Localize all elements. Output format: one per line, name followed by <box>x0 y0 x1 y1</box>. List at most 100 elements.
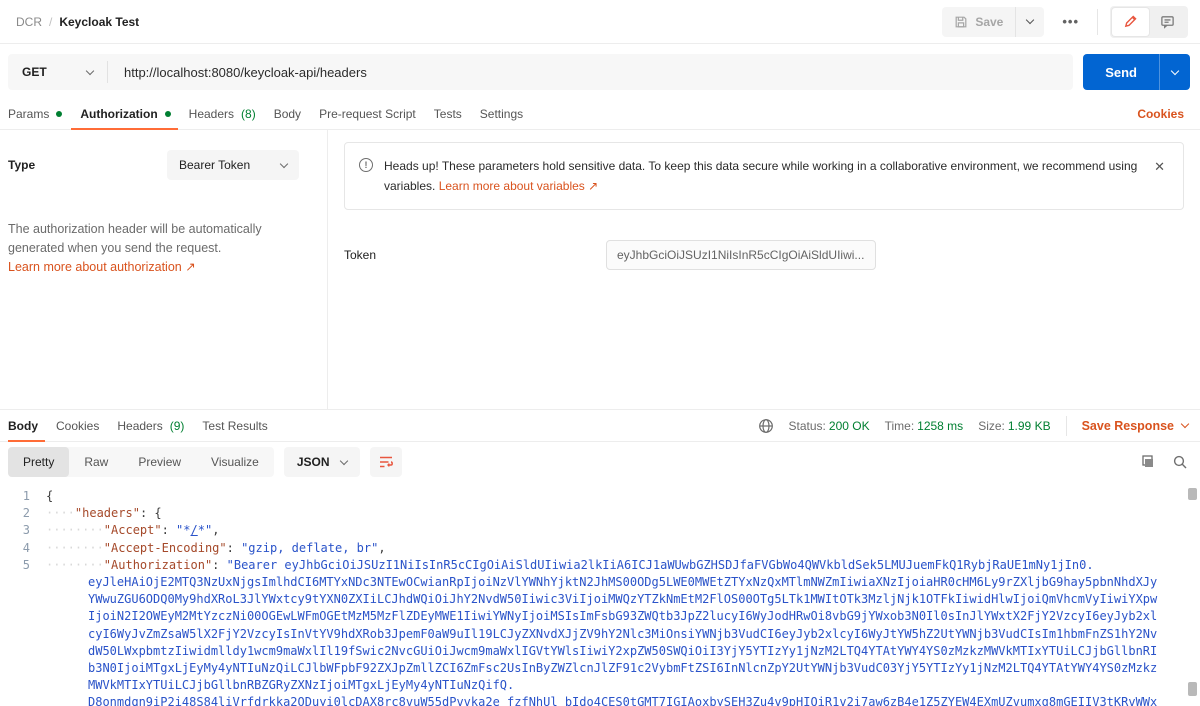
time-badge[interactable]: Time: 1258 ms <box>885 419 964 433</box>
tab-authorization[interactable]: Authorization <box>71 98 179 130</box>
tab-tests[interactable]: Tests <box>425 98 471 129</box>
scrollbar-thumb[interactable] <box>1188 488 1197 500</box>
search-button[interactable] <box>1172 454 1188 470</box>
line-number: 1 <box>22 489 30 503</box>
sensitive-data-banner: ! Heads up! These parameters hold sensit… <box>344 142 1184 210</box>
comments-button[interactable] <box>1149 8 1186 36</box>
search-icon <box>1172 454 1188 470</box>
code-line: 2 ····"headers": { <box>0 505 1200 522</box>
banner-text: Heads up! These parameters hold sensitiv… <box>384 156 1139 196</box>
url-input[interactable]: http://localhost:8080/keycloak-api/heade… <box>108 65 1073 80</box>
code-text: IjoiN2I2OWEyM2MtYzczNi00OGEwLWFmOGEtMzM5… <box>88 609 1158 624</box>
auth-type-label: Type <box>8 158 36 172</box>
url-bar: GET http://localhost:8080/keycloak-api/h… <box>8 54 1074 90</box>
tab-pre-request-script[interactable]: Pre-request Script <box>310 98 425 129</box>
code-text: eyJleHAiOjE2MTQ3NzUxNjgsImlhdCI6MTYxNDc3… <box>88 574 1158 589</box>
code-text: b3N0IjoiMTgxLjEyMy4yNTIuNzQiLCJlbWFpbF92… <box>88 660 1158 675</box>
breadcrumb-collection[interactable]: DCR <box>16 15 42 29</box>
auth-detail-column: ! Heads up! These parameters hold sensit… <box>328 130 1200 409</box>
code-text: ····"headers": { <box>46 506 162 521</box>
method-label: GET <box>22 65 47 79</box>
tab-label: Body <box>8 418 38 433</box>
network-globe-icon[interactable] <box>758 418 774 434</box>
code-text: YWwuZGU6ODQ0My9hdXRoL3JlYWxtcy9tYXN0ZXIi… <box>88 592 1158 607</box>
code-lines: 1{2 ····"headers": {3 ········"Accept": "*… <box>0 488 1200 706</box>
header-divider <box>1097 8 1098 35</box>
save-response-button[interactable]: Save Response <box>1082 419 1190 433</box>
copy-button[interactable] <box>1139 454 1155 470</box>
tab-headers[interactable]: Headers (8) <box>180 98 265 129</box>
code-line: YWwuZGU6ODQ0My9hdXRoL3JlYWxtcy9tYXN0ZXIi… <box>0 591 1200 608</box>
save-icon <box>954 15 968 29</box>
save-dropdown-button[interactable] <box>1015 6 1044 37</box>
code-text: ········"Accept-Encoding": "gzip, deflat… <box>46 540 386 555</box>
code-text: { <box>46 489 54 503</box>
token-label: Token <box>344 248 377 262</box>
auth-description: The authorization header will be automat… <box>8 222 262 255</box>
code-line: 4 ········"Accept-Encoding": "gzip, defla… <box>0 540 1200 557</box>
tab-label: Params <box>8 106 50 121</box>
response-meta: Status: 200 OK Time: 1258 ms Size: 1.99 KB … <box>758 415 1190 436</box>
view-mode-pretty[interactable]: Pretty <box>8 447 70 477</box>
wrap-lines-button[interactable] <box>369 447 402 477</box>
line-number: 4 <box>22 540 30 555</box>
tab-label: Settings <box>479 106 524 121</box>
response-tab-headers[interactable]: Headers (9) <box>108 410 193 441</box>
line-number: 5 <box>22 557 30 572</box>
response-tab-cookies[interactable]: Cookies <box>47 410 108 441</box>
send-dropdown-button[interactable] <box>1159 54 1190 90</box>
tab-label: Tests <box>433 106 462 121</box>
chevron-down-icon <box>1170 66 1180 75</box>
tab-body[interactable]: Body <box>265 98 310 129</box>
code-line: 5 ········"Authorization": "Bearer eyJhbG… <box>0 557 1200 574</box>
chevron-down-icon <box>339 456 348 465</box>
token-input[interactable]: eyJhbGciOiJSUzI1NiIsInR5cCIgOiAiSldUIiwi… <box>606 240 876 270</box>
send-button-group: Send <box>1083 54 1190 90</box>
close-icon: ✕ <box>1154 159 1165 174</box>
view-mode-raw[interactable]: Raw <box>69 447 123 477</box>
tab-settings[interactable]: Settings <box>471 98 532 129</box>
view-mode-preview[interactable]: Preview <box>123 447 196 477</box>
response-body-editor[interactable]: 1{2 ····"headers": {3 ········"Accept": "*… <box>0 482 1200 706</box>
banner-close-button[interactable]: ✕ <box>1150 157 1169 177</box>
code-line: cyI6WyJvZmZsaW5lX2FjY2VzcyIsInVtYV9hdXRo… <box>0 626 1200 643</box>
request-url-row: GET http://localhost:8080/keycloak-api/h… <box>0 44 1200 98</box>
auth-learn-more-link[interactable]: Learn more about authorization ↗ <box>8 260 196 274</box>
code-line: MWVkMTIxYTUiLCJjbGllbnRBZGRyZXNzIjoiMTgx… <box>0 677 1200 694</box>
more-options-button[interactable]: ••• <box>1056 10 1085 33</box>
tab-label: Headers <box>117 418 163 433</box>
response-header: Body Cookies Headers (9) Test Results Status… <box>0 410 1200 442</box>
view-mode-visualize[interactable]: Visualize <box>196 447 274 477</box>
save-button[interactable]: Save <box>942 7 1015 37</box>
tab-params[interactable]: Params <box>8 98 71 129</box>
info-icon: ! <box>359 158 373 172</box>
status-badge[interactable]: Status: 200 OK <box>789 419 870 433</box>
line-number: 3 <box>22 523 30 538</box>
code-line: 3 ········"Accept": "*/*", <box>0 522 1200 539</box>
tab-label: Test Results <box>202 418 268 433</box>
size-badge[interactable]: Size: 1.99 KB <box>978 419 1050 433</box>
response-view-bar: Pretty Raw Preview Visualize JSON <box>0 442 1200 482</box>
variables-learn-more-link[interactable]: Learn more about variables ↗ <box>439 179 598 193</box>
pencil-icon <box>1123 14 1138 29</box>
auth-type-select[interactable]: Bearer Token <box>167 150 299 180</box>
header-actions: Save ••• <box>942 5 1188 38</box>
response-tab-test-results[interactable]: Test Results <box>193 410 276 441</box>
tab-count: (9) <box>169 418 185 433</box>
format-select[interactable]: JSON <box>283 447 360 477</box>
comment-icon <box>1160 14 1175 29</box>
method-selector[interactable]: GET <box>8 61 108 83</box>
code-line: IjoiN2I2OWEyM2MtYzczNi00OGEwLWFmOGEtMzM5… <box>0 608 1200 625</box>
scrollbar-thumb[interactable] <box>1188 682 1197 696</box>
code-line: 1{ <box>0 488 1200 505</box>
response-tab-body[interactable]: Body <box>8 410 47 442</box>
chevron-down-icon <box>1026 15 1035 25</box>
response-tools <box>1139 454 1188 470</box>
request-tabs: Params Authorization Headers (8) Body Pre-req… <box>0 98 1200 130</box>
send-button[interactable]: Send <box>1083 54 1159 90</box>
cookies-link[interactable]: Cookies <box>1137 107 1190 121</box>
auth-type-value: Bearer Token <box>179 158 251 172</box>
code-text: D8onmdqn9iP2i48S84liVrfdrkka2ODuyi0lcDAX… <box>88 695 1158 706</box>
breadcrumb-request-name[interactable]: Keycloak Test <box>59 15 139 29</box>
edit-documentation-button[interactable] <box>1112 7 1149 36</box>
